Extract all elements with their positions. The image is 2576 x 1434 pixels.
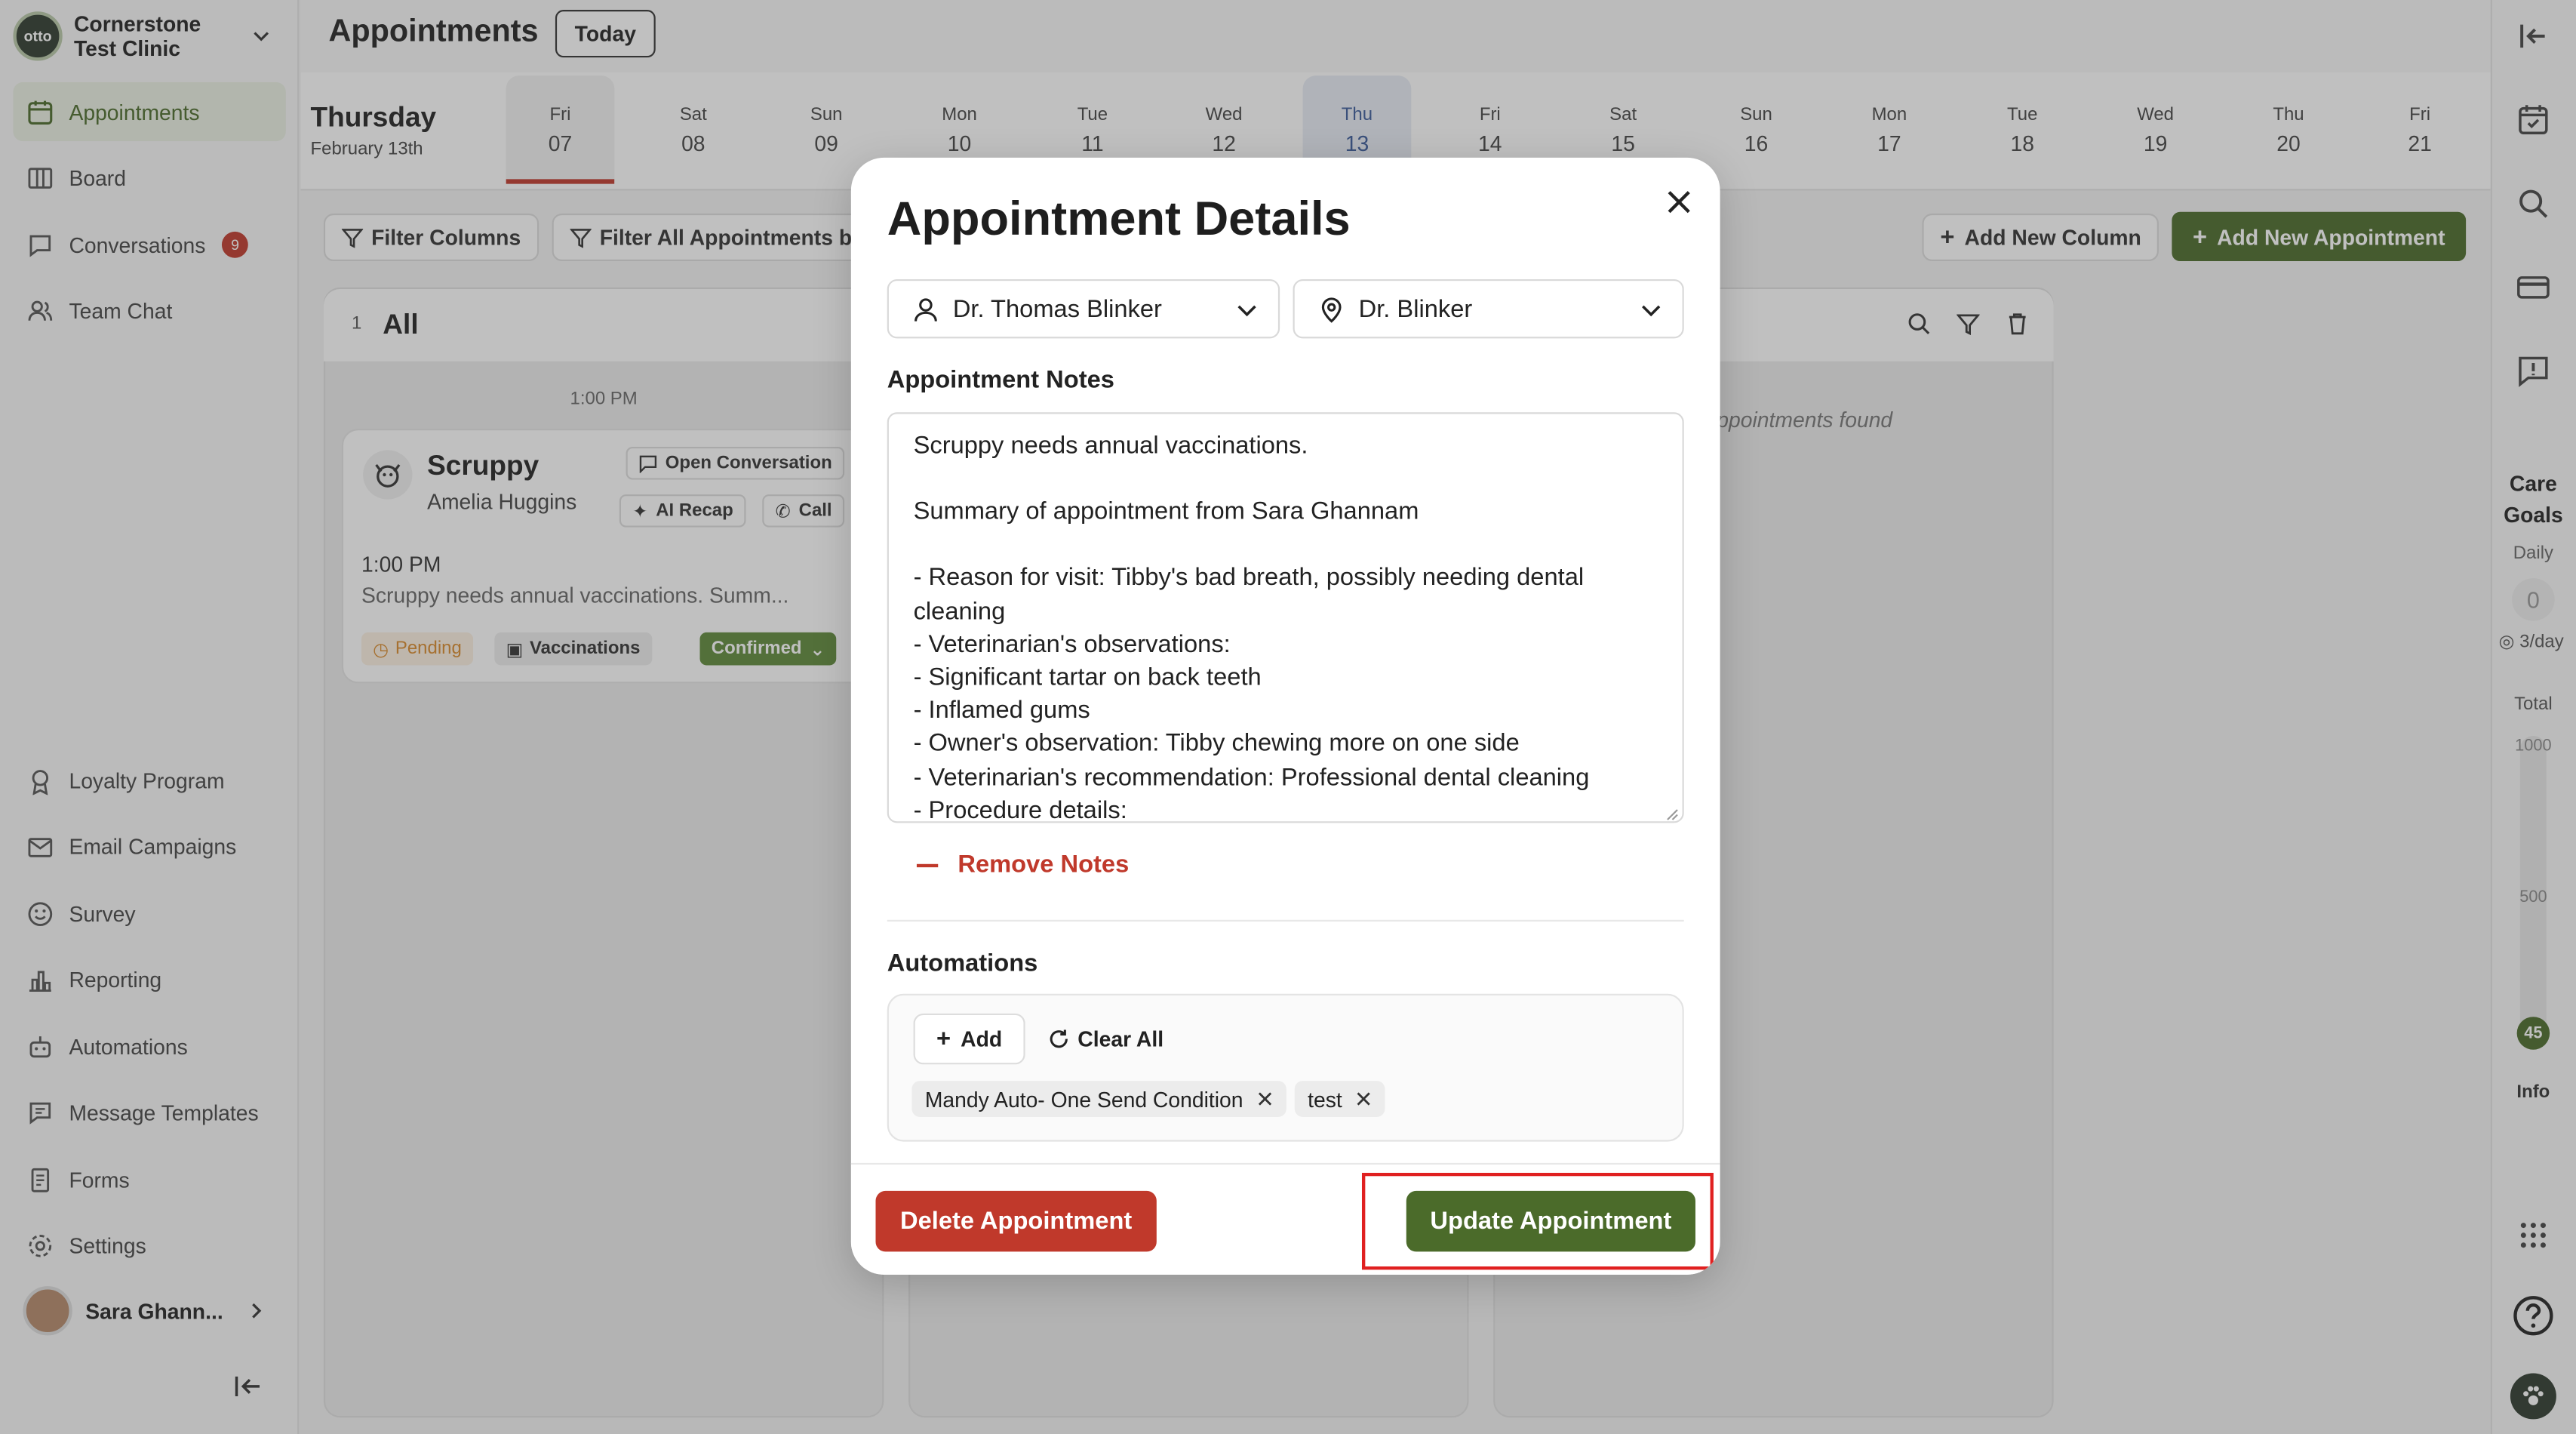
- location-select-value: Dr. Blinker: [1358, 294, 1473, 323]
- resize-handle-icon[interactable]: [1666, 808, 1679, 821]
- notes-line: - Significant tartar on back teeth: [913, 663, 1262, 692]
- doctor-select-value: Dr. Thomas Blinker: [952, 294, 1162, 323]
- automation-tag: Mandy Auto- One Send Condition: [911, 1081, 1286, 1117]
- close-icon[interactable]: [1355, 1091, 1372, 1107]
- modal-title: Appointment Details: [887, 193, 1351, 247]
- notes-textarea[interactable]: Scruppy needs annual vaccinations. Summar…: [887, 412, 1684, 823]
- notes-line: - Owner's observation: Tibby chewing mor…: [913, 730, 1520, 759]
- notes-line: - Veterinarian's observations:: [913, 630, 1231, 659]
- divider: [887, 919, 1684, 922]
- chevron-down-icon: [1237, 305, 1256, 317]
- automation-tag: test: [1294, 1081, 1385, 1117]
- automations-label: Automations: [887, 949, 1038, 977]
- refresh-icon: [1050, 1029, 1068, 1048]
- delete-appointment-button[interactable]: Delete Appointment: [875, 1190, 1157, 1252]
- notes-line: - Inflamed gums: [913, 697, 1090, 725]
- location-select[interactable]: Dr. Blinker: [1293, 278, 1684, 339]
- close-icon[interactable]: [1661, 184, 1697, 220]
- highlight-box: [1361, 1172, 1714, 1270]
- minus-icon: [916, 863, 939, 867]
- notes-line: - Veterinarian's recommendation: Profess…: [913, 763, 1590, 792]
- chevron-down-icon: [1642, 305, 1661, 317]
- notes-label: Appointment Notes: [887, 366, 1114, 395]
- user-icon: [915, 297, 937, 321]
- plus-icon: +: [936, 1025, 951, 1054]
- location-pin-icon: [1321, 297, 1342, 322]
- notes-line: - Procedure details:: [913, 796, 1127, 823]
- notes-line: Scruppy needs annual vaccinations.: [913, 432, 1308, 460]
- add-automation-button[interactable]: + Add: [913, 1013, 1025, 1065]
- notes-line: [914, 530, 1658, 563]
- clear-all-button[interactable]: Clear All: [1048, 1014, 1164, 1064]
- notes-line: [914, 463, 1658, 497]
- close-icon[interactable]: [1256, 1091, 1273, 1107]
- notes-line: Summary of appointment from Sara Ghannam: [913, 497, 1419, 526]
- notes-line: - Reason for visit: Tibby's bad breath, …: [913, 564, 1585, 626]
- doctor-select[interactable]: Dr. Thomas Blinker: [887, 278, 1280, 339]
- remove-notes-button[interactable]: Remove Notes: [916, 851, 1129, 879]
- appointment-details-modal: Appointment Details Dr. Thomas Blinker D…: [850, 157, 1720, 1275]
